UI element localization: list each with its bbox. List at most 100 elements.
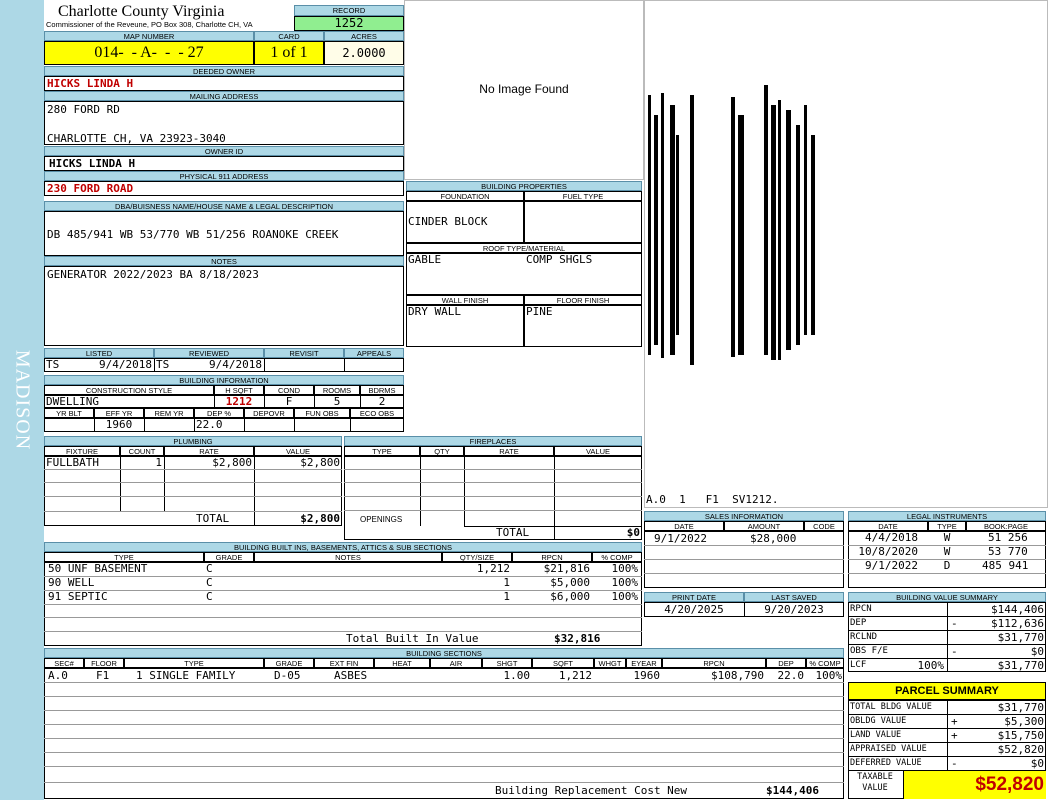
last-saved-header: LAST SAVED [744,592,844,602]
hsqft-header: H SQFT [214,385,264,395]
builtins-col-qty: QTY/SIZE [442,552,512,562]
appraised-value: $52,820 [997,743,1044,756]
builtins-row1-comp: 100% [611,562,639,575]
card-number: 1 of 1 [254,41,324,65]
sections-row-shgt: 1.00 [503,669,531,682]
builtins-total: $32,816 [554,632,601,645]
legal-row1-bookpage: 51 256 [988,531,1028,544]
sketch-caption: A.0 1 F1 SV1212. [646,493,779,506]
dep-header: DEP % [194,408,244,418]
sections-row-eyear: 1960 [633,669,661,682]
legal-col-date: DATE [848,521,928,531]
listed-by: TS [46,358,60,371]
sales-col-code: CODE [804,521,844,531]
rpcn-value: $144,406 [991,603,1044,616]
no-image-label: No Image Found [479,82,569,96]
builtins-col-notes: NOTES [254,552,442,562]
fuel-type-header: FUEL TYPE [524,191,642,201]
sections-row-comp: 100% [815,669,843,682]
wall-finish-value: DRY WALL [408,305,461,318]
deeded-owner: HICKS LINDA H [47,77,134,90]
builtins-row1-grade: C [206,562,213,575]
cond-value: F [285,395,293,408]
dep-value: 22.0 [196,418,223,431]
obldg-label: OBLDG VALUE [850,716,907,726]
parcel-summary-header: PARCEL SUMMARY [848,682,1046,700]
sections-col-air: AIR [430,658,482,668]
replacement-cost-value: $144,406 [766,784,819,797]
deferred-value: $0 [1030,757,1044,770]
land-value: $15,750 [997,729,1044,742]
sections-col-sec: SEC# [44,658,84,668]
fireplaces-col-rate: RATE [464,446,554,456]
deferred-label: DEFERRED VALUE [850,758,922,768]
taxable-label-line1: TAXABLE [857,772,893,782]
sales-row-date: 9/1/2022 [654,532,707,545]
fuel-type-box [524,201,642,243]
sections-col-extfin: EXT FIN [314,658,374,668]
legal-row1-type: W [943,531,951,544]
roof-header: ROOF TYPE/MATERIAL [406,243,642,253]
builtins-row1-qty: 1,212 [476,562,510,575]
sales-col-amount: AMOUNT [724,521,804,531]
dep-summary-value: $112,636 [991,617,1044,630]
building-sections-header: BUILDING SECTIONS [44,648,844,658]
builtins-row2-rpcn: $5,000 [550,576,590,589]
plumbing-row-rate: $2,800 [212,456,252,469]
replacement-cost-label: Building Replacement Cost New [495,784,688,797]
plumbing-total: $2,800 [300,512,340,525]
plumbing-col-value: VALUE [254,446,342,456]
floor-finish-header: FLOOR FINISH [524,295,642,305]
card-header: CARD [254,31,324,41]
sections-row-sqft: 1,212 [558,669,592,682]
bdrms-value: 2 [378,395,386,408]
dep-summary-label: DEP [850,618,867,628]
lcr-percent: 100% [917,659,945,672]
legal-col-bookpage: BOOK:PAGE [966,521,1046,531]
reviewed-date: 9/4/2018 [209,358,262,371]
cond-header: COND [264,385,314,395]
sections-row-dep: 22.0 [777,669,805,682]
building-properties-header: BUILDING PROPERTIES [406,181,642,191]
foundation-header: FOUNDATION [406,191,524,201]
rooms-header: ROOMS [314,385,360,395]
value-summary-header: BUILDING VALUE SUMMARY [848,592,1046,602]
ecoobs-header: ECO OBS [350,408,404,418]
sections-col-whgt: WHGT [594,658,626,668]
rclnd-value: $31,770 [997,631,1044,644]
district-label: MADISON [11,349,34,451]
notes-header: NOTES [44,256,404,266]
plumbing-row-count: 1 [155,456,162,469]
yrblt-header: YR BLT [44,408,94,418]
builtins-row1-rpcn: $21,816 [543,562,590,575]
sections-row-grade: D-05 [274,669,301,682]
hsqft-value: 1212 [225,395,253,408]
total-bldg-value: $31,770 [997,701,1044,714]
builtins-row3-comp: 100% [611,590,639,603]
plumbing-total-label: TOTAL [196,512,230,525]
sections-col-grade: GRADE [264,658,314,668]
building-info-header: BUILDING INFORMATION [44,375,404,385]
reviewed-by: TS [156,358,170,371]
appeals-header: APPEALS [344,348,404,358]
builtins-row3-qty: 1 [503,590,510,603]
fireplaces-col-type: TYPE [344,446,420,456]
notes-text: GENERATOR 2022/2023 BA 8/18/2023 [47,268,259,281]
builtins-row3-rpcn: $6,000 [550,590,590,603]
sections-row-sec: A.0 [48,669,68,682]
builtins-col-comp: % COMP [592,552,642,562]
builtins-row2-comp: 100% [611,576,639,589]
plumbing-header: PLUMBING [44,436,342,446]
sections-col-floor: FLOOR [84,658,124,668]
obs-value: $0 [1030,645,1044,658]
effyr-value: 1960 [105,418,133,431]
reviewed-header: REVIEWED [154,348,264,358]
roof-box [406,253,642,295]
legal-row3-bookpage: 485 941 [982,559,1029,572]
owner-id-header: OWNER ID [44,146,404,156]
builtins-row2-qty: 1 [503,576,510,589]
builtins-row3-type: 91 SEPTIC [48,590,108,603]
sections-row-type: 1 SINGLE FAMILY [136,669,236,682]
taxable-label-line2: VALUE [862,783,888,793]
sections-row-rpcn: $108,790 [711,669,764,682]
